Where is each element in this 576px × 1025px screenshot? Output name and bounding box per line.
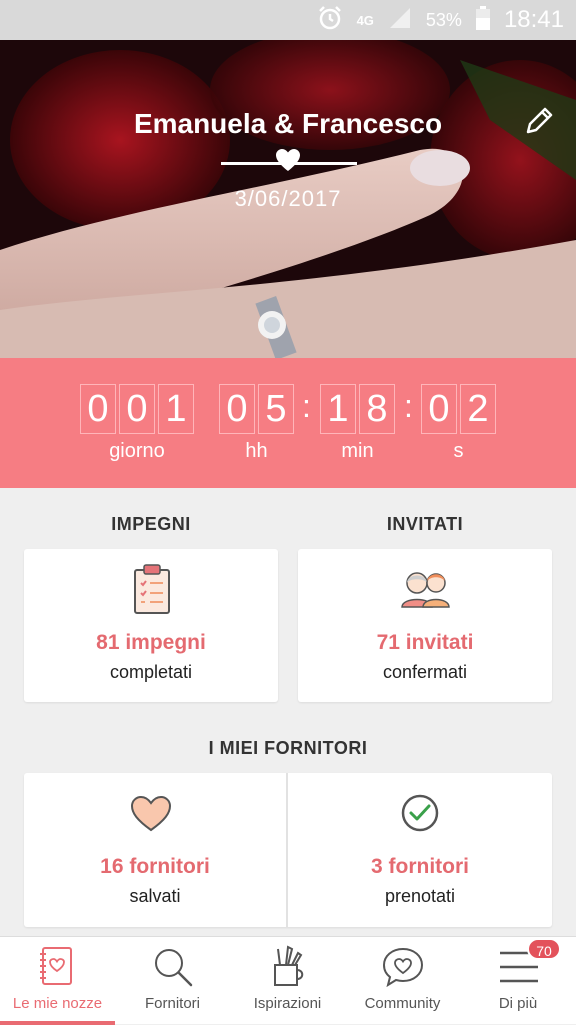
signal-icon (388, 6, 412, 35)
wedding-date: 3/06/2017 (234, 186, 342, 211)
tab-label: Di più (498, 995, 538, 1012)
countdown-seconds: 0 2 (421, 384, 496, 434)
booked-vendors[interactable]: 3 fornitori prenotati (288, 773, 552, 927)
countdown-minutes-label: min (341, 440, 374, 462)
countdown-hours-label: hh (245, 440, 268, 462)
countdown-digit: 1 (320, 384, 356, 434)
check-circle-icon (401, 794, 439, 832)
countdown-digit: 0 (219, 384, 255, 434)
countdown-days-label: giorno (109, 440, 165, 462)
guests-card[interactable]: 71 invitati confermati (298, 549, 552, 702)
notification-badge: 70 (527, 938, 561, 960)
battery-percent: 53% (425, 9, 462, 30)
guests-count: 71 invitati (376, 631, 474, 654)
countdown-minutes: 1 8 (320, 384, 395, 434)
vendors-card: 16 fornitori salvati 3 fornitori prenota… (24, 773, 552, 927)
chat-heart-icon (382, 947, 424, 988)
vendors-section-title: I MIEI FORNITORI (208, 738, 368, 758)
saved-vendors[interactable]: 16 fornitori salvati (24, 773, 286, 927)
guests-section-title: INVITATI (386, 514, 464, 534)
countdown-hours: 0 5 (219, 384, 294, 434)
edit-pencil-icon[interactable] (522, 104, 556, 138)
hero-photo: Emanuela & Francesco 3/06/2017 (0, 40, 576, 358)
search-icon (155, 949, 193, 987)
active-tab-indicator (0, 1021, 115, 1025)
saved-vendors-count: 16 fornitori (100, 855, 210, 878)
tasks-card[interactable]: 81 impegni completati (24, 549, 278, 702)
brush-cup-icon (274, 945, 304, 986)
countdown-colon: : (302, 388, 311, 424)
countdown-colon: : (404, 388, 413, 424)
countdown-digit: 0 (421, 384, 457, 434)
countdown-digit: 5 (258, 384, 294, 434)
countdown-digit: 1 (158, 384, 194, 434)
guests-status: confermati (382, 662, 468, 682)
guests-couple-icon (401, 572, 450, 608)
tab-community[interactable]: Community (345, 937, 460, 1025)
booked-vendors-status: prenotati (384, 886, 456, 906)
checklist-icon (134, 564, 170, 614)
countdown-digit: 8 (359, 384, 395, 434)
tasks-status: completati (109, 662, 193, 682)
clock: 18:41 (503, 6, 564, 33)
network-type: 4G (356, 12, 374, 28)
notebook-icon (40, 947, 72, 985)
countdown-digit: 2 (460, 384, 496, 434)
heart-icon (276, 149, 300, 171)
tasks-section-title: IMPEGNI (111, 514, 191, 534)
bottom-tab-bar: Le mie nozze Fornitori Ispirazioni Commu… (0, 936, 576, 1025)
tab-label: Ispirazioni (253, 995, 322, 1012)
alarm-icon (317, 5, 343, 36)
heart-outline-icon (130, 795, 172, 832)
tab-label: Le mie nozze (12, 995, 103, 1012)
couple-names: Emanuela & Francesco (133, 108, 443, 139)
countdown-digit: 0 (80, 384, 116, 434)
saved-vendors-status: salvati (129, 886, 181, 906)
booked-vendors-count: 3 fornitori (371, 855, 469, 878)
countdown-days: 0 0 1 (80, 384, 194, 434)
countdown-seconds-label: s (453, 440, 464, 462)
countdown-panel: 0 0 1 0 5 : 1 8 : 0 2 giorno hh min s (0, 358, 576, 488)
tasks-count: 81 impegni (96, 631, 206, 654)
tab-label: Fornitori (144, 995, 200, 1012)
tab-inspirations[interactable]: Ispirazioni (230, 937, 345, 1025)
vendors-divider (286, 773, 288, 927)
tab-my-wedding[interactable]: Le mie nozze (0, 937, 115, 1025)
battery-icon (475, 5, 490, 35)
countdown-digit: 0 (119, 384, 155, 434)
tab-vendors[interactable]: Fornitori (115, 937, 230, 1025)
status-bar: 4G 53% 18:41 (0, 0, 576, 40)
tab-label: Community (364, 995, 441, 1012)
